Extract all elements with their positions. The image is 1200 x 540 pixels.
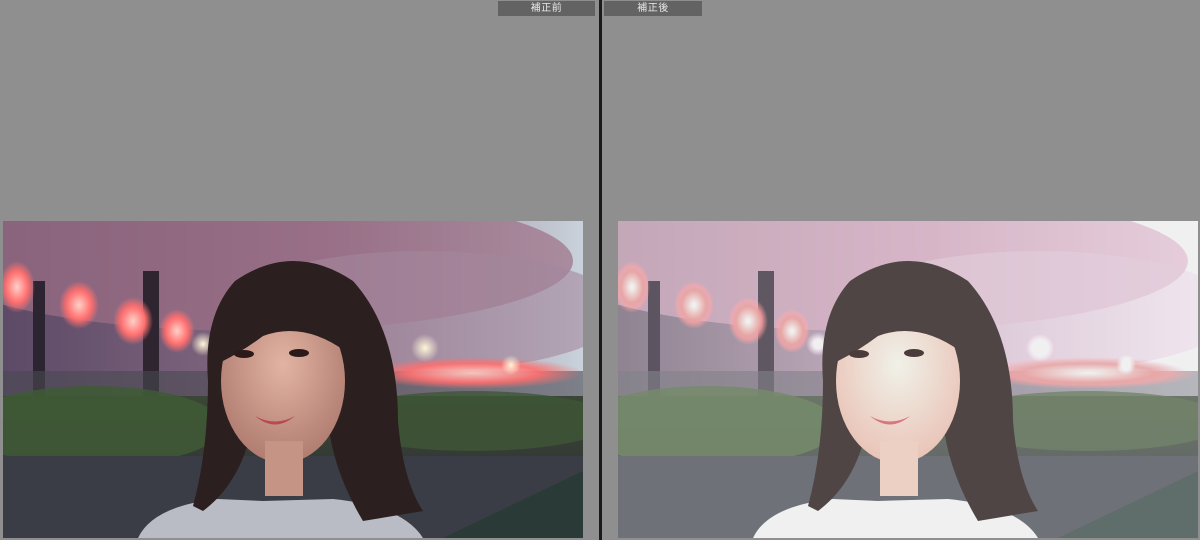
after-image (618, 221, 1198, 538)
after-label: 補正後 (604, 1, 702, 16)
before-label: 補正前 (498, 1, 595, 16)
before-pane[interactable]: 補正前 (0, 0, 599, 540)
after-pane[interactable]: 補正後 (602, 0, 1200, 540)
before-image (3, 221, 583, 538)
